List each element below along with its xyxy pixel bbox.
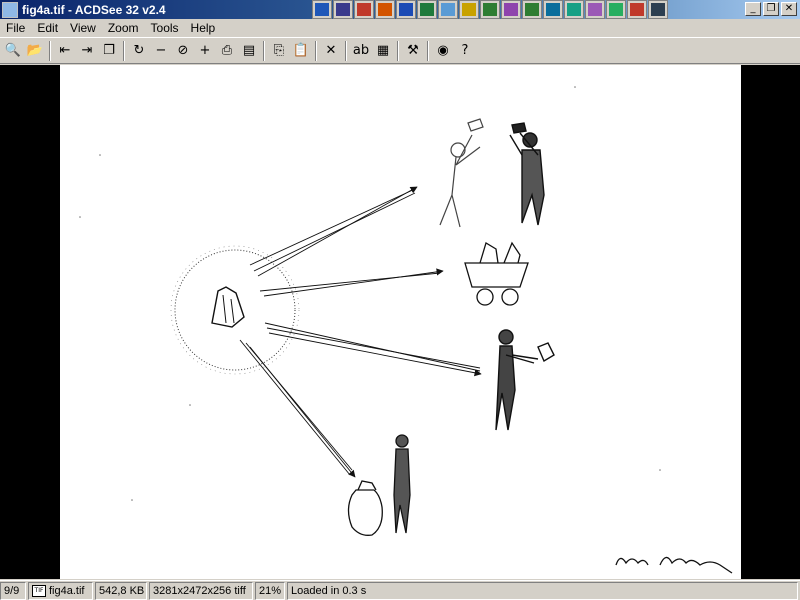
quick-launch-app-11-icon[interactable] [522,0,542,19]
quick-launch-word-icon[interactable] [396,0,416,19]
app-icon [2,1,18,18]
toolbar: 🔍 📂 ⇤ ⇥ ❐ ↻ − ⊘ + ⎙ ▤ ⎘ 📋 ✕ ab ▦ ⚒ ◉? [0,38,800,64]
menu-tools[interactable]: Tools [145,21,185,35]
file-size: 542,8 KB [95,581,147,600]
quick-launch-app-13-icon[interactable] [564,0,584,19]
quick-launch-app-10-icon[interactable] [501,0,521,19]
load-time: Loaded in 0.3 s [287,581,798,600]
image-dimensions: 3281x2472x256 tiff [149,581,253,600]
copy-window-icon[interactable]: ❐ [98,40,120,62]
tif-file-icon: TIF [32,584,46,597]
toolbar-separator [123,40,125,61]
menu-file[interactable]: File [0,21,31,35]
filename: fig4a.tif [49,584,85,597]
image-viewer[interactable] [0,65,800,579]
quick-launch-bar [312,0,668,19]
zoom-level: 21% [255,581,285,600]
menu-edit[interactable]: Edit [31,21,64,35]
zoom-in-icon[interactable]: + [194,40,216,62]
menu-help[interactable]: Help [185,21,222,35]
toolbar-separator [49,40,51,61]
toolbar-separator [263,40,265,61]
browse-icon[interactable]: 🔍 [2,40,24,62]
quick-launch-excel-icon[interactable] [417,0,437,19]
signature [615,556,733,574]
minimize-button[interactable]: _ [745,2,761,16]
window-controls: _ ❐ ✕ [745,2,797,16]
properties-icon[interactable]: ▦ [372,40,394,62]
rename-icon[interactable]: ab [350,40,372,62]
menu-bar: File Edit View Zoom Tools Help [0,19,800,38]
quick-launch-app-17-icon[interactable] [648,0,668,19]
toolbar-separator [315,40,317,61]
toolbar-separator [397,40,399,61]
close-button[interactable]: ✕ [781,2,797,16]
title-bar: fig4a.tif - ACDSee 32 v2.4 _ ❐ ✕ [0,0,800,19]
view-icon[interactable]: ◉ [432,40,454,62]
rotate-icon[interactable]: ↻ [128,40,150,62]
menu-zoom[interactable]: Zoom [102,21,145,35]
paste-icon[interactable]: 📋 [290,40,312,62]
next-icon[interactable]: ⇥ [76,40,98,62]
quick-launch-app-1-icon[interactable] [312,0,332,19]
previous-icon[interactable]: ⇤ [54,40,76,62]
quick-launch-app-8-icon[interactable] [459,0,479,19]
zoom-fit-icon[interactable]: ⊘ [172,40,194,62]
print-icon[interactable]: ⎙ [216,40,238,62]
copy-icon[interactable]: ⎘ [268,40,290,62]
quick-launch-app-4-icon[interactable] [375,0,395,19]
quick-launch-app-9-icon[interactable] [480,0,500,19]
tools-icon[interactable]: ⚒ [402,40,424,62]
scan-icon[interactable]: ▤ [238,40,260,62]
filename-cell: TIF fig4a.tif [28,581,93,600]
quick-launch-app-7-icon[interactable] [438,0,458,19]
open-folder-icon[interactable]: 📂 [24,40,46,62]
image-position: 9/9 [0,581,26,600]
toolbar-separator [345,40,347,61]
help-icon[interactable]: ? [454,40,476,62]
delete-icon[interactable]: ✕ [320,40,342,62]
toolbar-separator [427,40,429,61]
quick-launch-app-12-icon[interactable] [543,0,563,19]
menu-view[interactable]: View [64,21,102,35]
quick-launch-app-15-icon[interactable] [606,0,626,19]
window-title: fig4a.tif - ACDSee 32 v2.4 [22,2,166,17]
zoom-out-icon[interactable]: − [150,40,172,62]
quick-launch-app-16-icon[interactable] [627,0,647,19]
quick-launch-app-3-icon[interactable] [354,0,374,19]
quick-launch-app-2-icon[interactable] [333,0,353,19]
status-bar: 9/9 TIF fig4a.tif 542,8 KB 3281x2472x256… [0,580,800,600]
maximize-button[interactable]: ❐ [763,2,779,16]
quick-launch-app-14-icon[interactable] [585,0,605,19]
illustration-image [79,86,733,574]
image-canvas [60,65,741,579]
